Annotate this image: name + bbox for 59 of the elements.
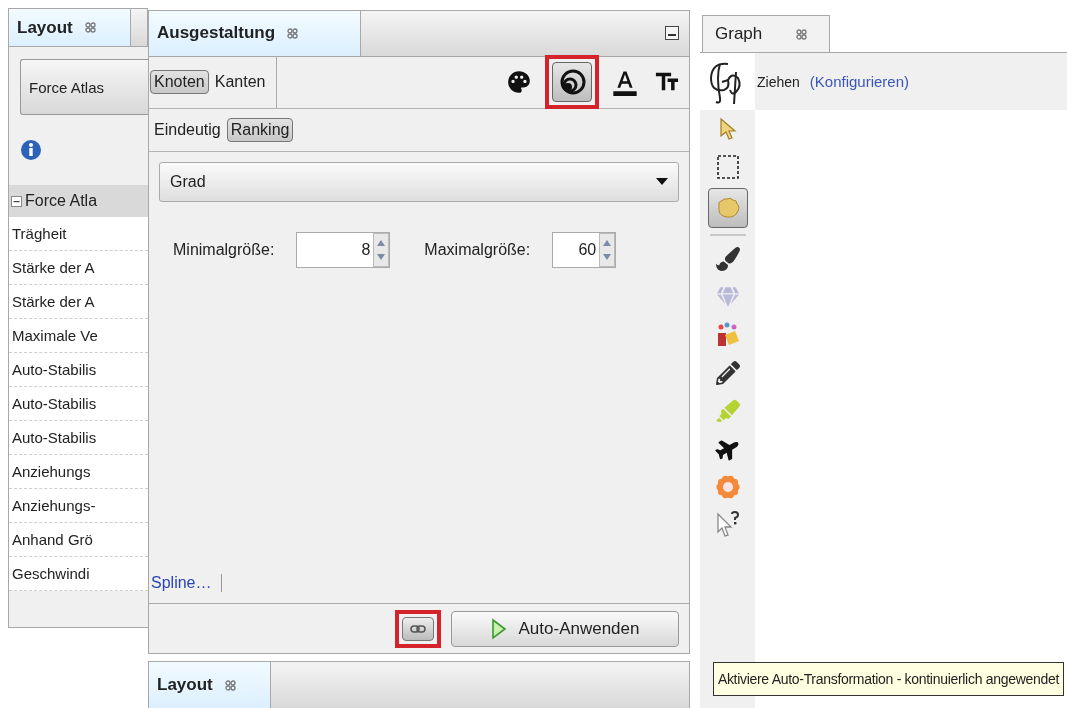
property-name: Anziehungs- — [9, 489, 148, 523]
panel-tab[interactable]: Ausgestaltung — [149, 11, 361, 56]
flower-icon — [714, 474, 741, 500]
target-tab[interactable]: Knoten — [150, 70, 209, 95]
property-name: Maximale Ve — [9, 319, 148, 353]
property-group-header[interactable]: Force Atla — [9, 185, 148, 217]
link-icon — [410, 623, 426, 634]
field-label: Maximalgröße: — [424, 240, 531, 259]
dropdown-caret-icon — [656, 177, 668, 186]
auto-apply-button[interactable]: Auto-Anwenden — [451, 610, 679, 647]
mode-tab[interactable]: Ranking — [226, 117, 294, 142]
layout-algorithm-button[interactable]: Force Atlas — [20, 59, 148, 115]
tool-label: Ziehen — [757, 73, 800, 90]
target-tab[interactable]: Kanten — [210, 70, 270, 95]
brush-icon — [715, 247, 740, 271]
panel-tab[interactable]: Layout — [149, 662, 271, 708]
property-name: Stärke der A — [9, 251, 148, 285]
spinner-arrows-icon[interactable] — [599, 232, 616, 267]
property-name: Auto-Stabilis — [9, 353, 148, 387]
help-cursor-icon — [714, 511, 741, 539]
diamond-icon — [716, 286, 739, 308]
panel-tab[interactable]: Layout — [9, 9, 131, 46]
close-icon[interactable] — [796, 28, 808, 40]
highlighter-icon — [715, 399, 740, 423]
tab-title: Layout — [17, 17, 73, 38]
close-icon[interactable] — [224, 679, 236, 691]
group-label: Force Atla — [25, 192, 98, 210]
spinner-arrows-icon[interactable] — [373, 232, 390, 267]
attribute-dropdown[interactable]: Grad — [159, 161, 679, 202]
property-name: Geschwindi — [9, 557, 148, 591]
tab-title: Ausgestaltung — [157, 23, 276, 44]
size-icon — [558, 68, 586, 97]
property-name: Anhand Grö — [9, 523, 148, 557]
pencil-icon — [715, 361, 740, 385]
number-field[interactable]: 8 — [296, 231, 391, 268]
style-tool-button[interactable] — [552, 62, 592, 103]
minimize-icon[interactable] — [665, 26, 679, 41]
selection-rectangle-icon — [715, 154, 740, 180]
field-label: Minimalgröße: — [173, 240, 275, 259]
configure-link[interactable]: (Konfigurieren) — [809, 73, 910, 90]
play-icon — [490, 617, 507, 640]
property-name: Auto-Stabilis — [9, 421, 148, 455]
tooltip: Aktiviere Auto-Transformation - kontinuierlich angewendet — [712, 662, 1064, 696]
property-name: Stärke der A — [9, 285, 148, 319]
close-icon[interactable] — [84, 22, 96, 33]
mode-tab[interactable]: Eindeutig — [150, 117, 225, 142]
palette-icon — [506, 69, 532, 96]
close-icon[interactable] — [287, 27, 299, 39]
number-field[interactable]: 60 — [552, 231, 617, 268]
panel-tab[interactable]: Graph — [702, 15, 830, 52]
property-name: Auto-Stabilis — [9, 387, 148, 421]
spline-link[interactable]: Spline… — [149, 574, 223, 592]
property-name: Trägheit — [9, 217, 148, 251]
tab-title: Layout — [157, 675, 213, 695]
pointer-icon — [717, 117, 738, 141]
info-icon — [20, 139, 42, 161]
auto-transform-toggle[interactable] — [402, 616, 434, 641]
property-name: Anziehungs — [9, 455, 148, 489]
tab-title: Graph — [715, 24, 763, 44]
